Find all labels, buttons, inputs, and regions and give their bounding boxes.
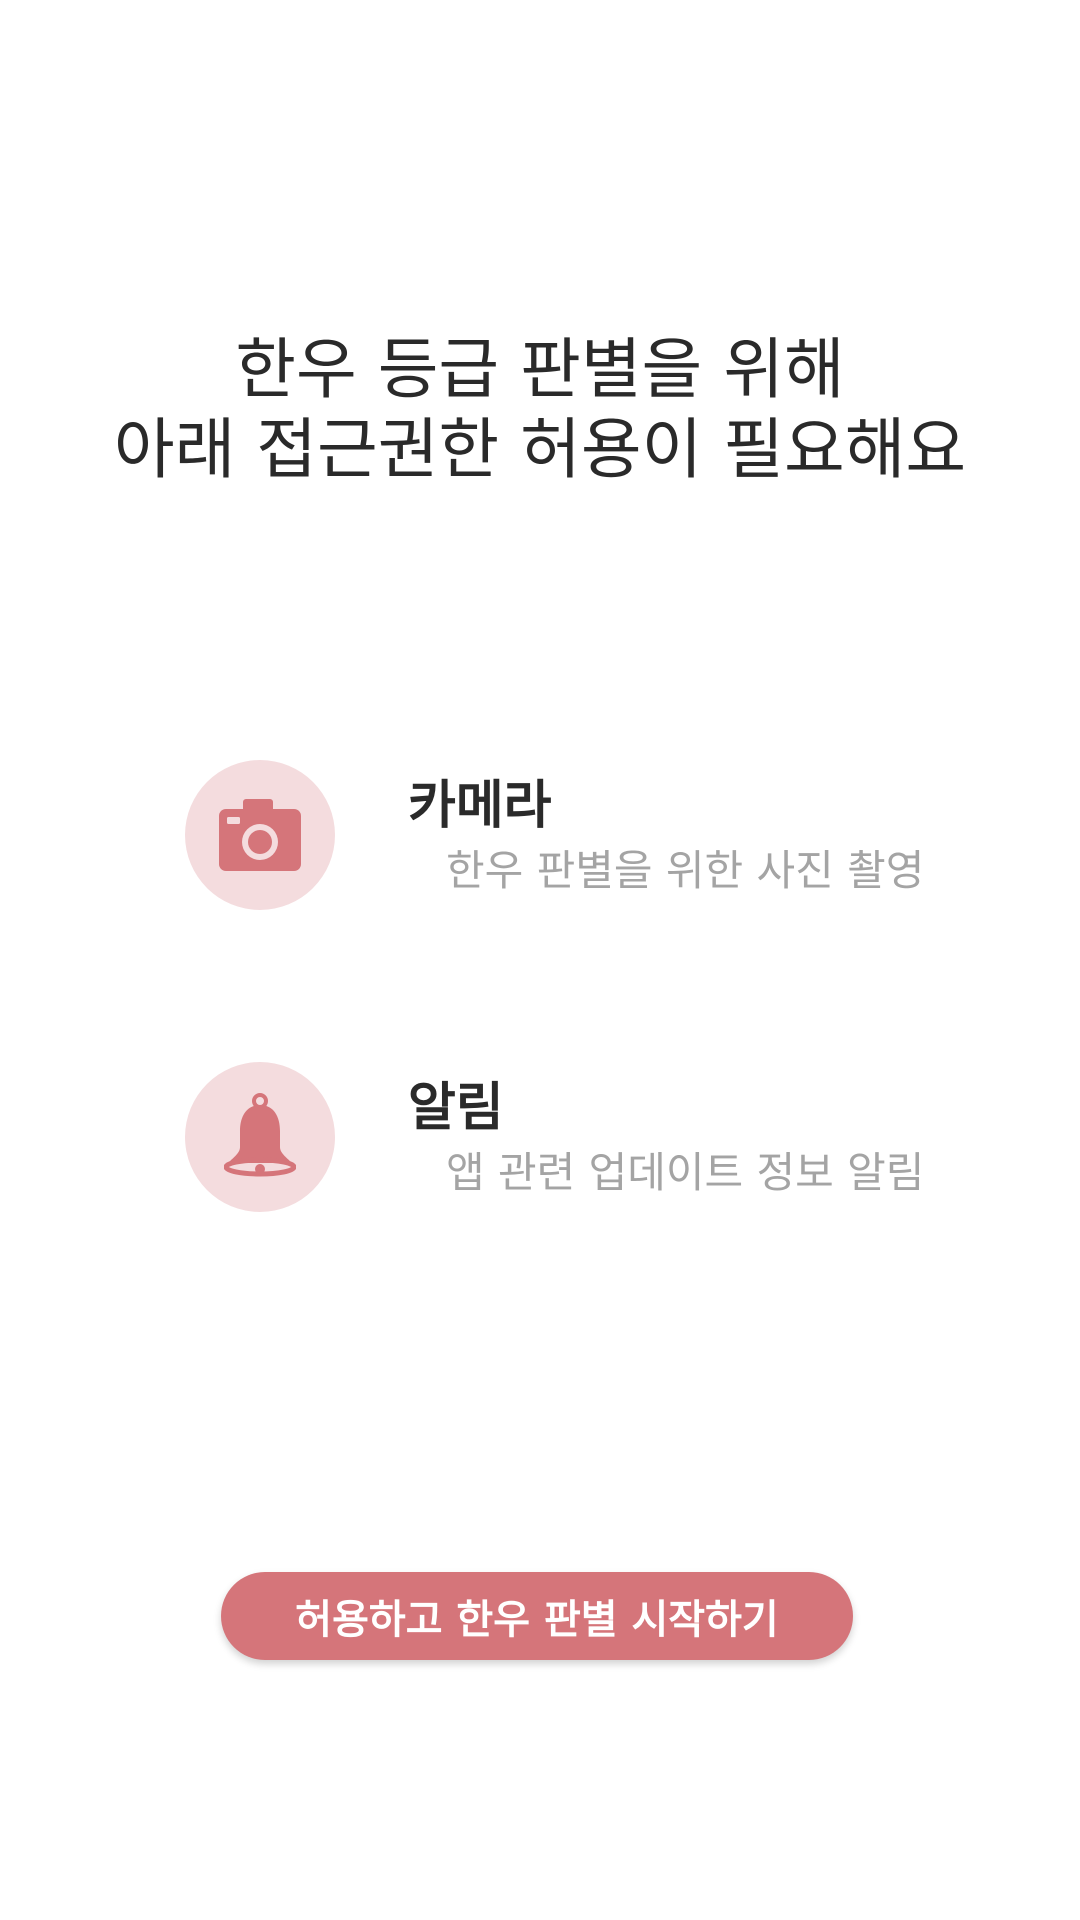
page-title: 한우 등급 판별을 위해 아래 접근권한 허용이 필요해요 [0,330,1080,490]
allow-and-start-button[interactable]: 허용하고 한우 판별 시작하기 [221,1572,853,1660]
page-title-line-1: 한우 등급 판별을 위해 [235,331,845,408]
permission-description-camera: 한우 판별을 위한 사진 촬영 [446,846,925,895]
permission-item-notification: 알림 앱 관련 업데이트 정보 알림 [0,1062,1080,1212]
page-title-line-2: 아래 접근권한 허용이 필요해요 [113,411,967,488]
permission-title-camera: 카메라 [408,776,552,836]
bell-icon [185,1062,335,1212]
camera-icon [185,760,335,910]
permission-title-notification: 알림 [408,1078,504,1138]
permission-item-camera: 카메라 한우 판별을 위한 사진 촬영 [0,760,1080,910]
permission-description-notification: 앱 관련 업데이트 정보 알림 [446,1148,925,1197]
